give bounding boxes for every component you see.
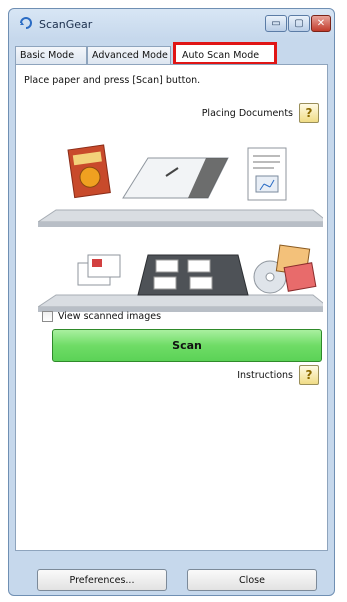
view-scanned-images-row: View scanned images <box>42 311 161 322</box>
scangear-app-icon <box>19 16 33 33</box>
close-window-button[interactable]: ✕ <box>311 15 331 32</box>
question-mark-icon: ? <box>305 106 313 120</box>
close-button[interactable]: Close <box>187 569 317 591</box>
document-types-illustration-top <box>38 144 323 227</box>
tab-basic-mode[interactable]: Basic Mode <box>15 46 87 64</box>
maximize-button[interactable]: ▢ <box>288 15 310 32</box>
placing-documents-help-button[interactable]: ? <box>299 103 319 123</box>
scangear-window: ScanGear ▭ ▢ ✕ Basic Mode Advanced Mode … <box>8 8 335 596</box>
instructions-label: Instructions <box>237 369 293 381</box>
view-scanned-images-checkbox[interactable] <box>42 311 53 322</box>
instructions-help-button[interactable]: ? <box>299 365 319 385</box>
instructions-row: Instructions ? <box>237 365 319 385</box>
preferences-button[interactable]: Preferences... <box>37 569 167 591</box>
title-bar: ScanGear ▭ ▢ ✕ <box>9 9 334 39</box>
window-title: ScanGear <box>39 18 93 31</box>
view-scanned-images-label: View scanned images <box>58 311 162 322</box>
question-mark-icon: ? <box>305 368 313 382</box>
mode-tabs: Basic Mode Advanced Mode Auto Scan Mode <box>15 42 328 65</box>
scan-button[interactable]: Scan <box>52 329 322 362</box>
instruction-text: Place paper and press [Scan] button. <box>24 75 201 86</box>
placing-documents-label: Placing Documents <box>201 107 293 119</box>
tab-auto-scan-mode[interactable]: Auto Scan Mode <box>173 42 277 65</box>
placing-documents-row: Placing Documents ? <box>202 103 319 123</box>
minimize-button[interactable]: ▭ <box>265 15 287 32</box>
tab-advanced-mode[interactable]: Advanced Mode <box>87 46 171 64</box>
auto-scan-panel: Place paper and press [Scan] button. Pla… <box>15 64 328 551</box>
document-types-illustration-bottom <box>38 244 323 312</box>
